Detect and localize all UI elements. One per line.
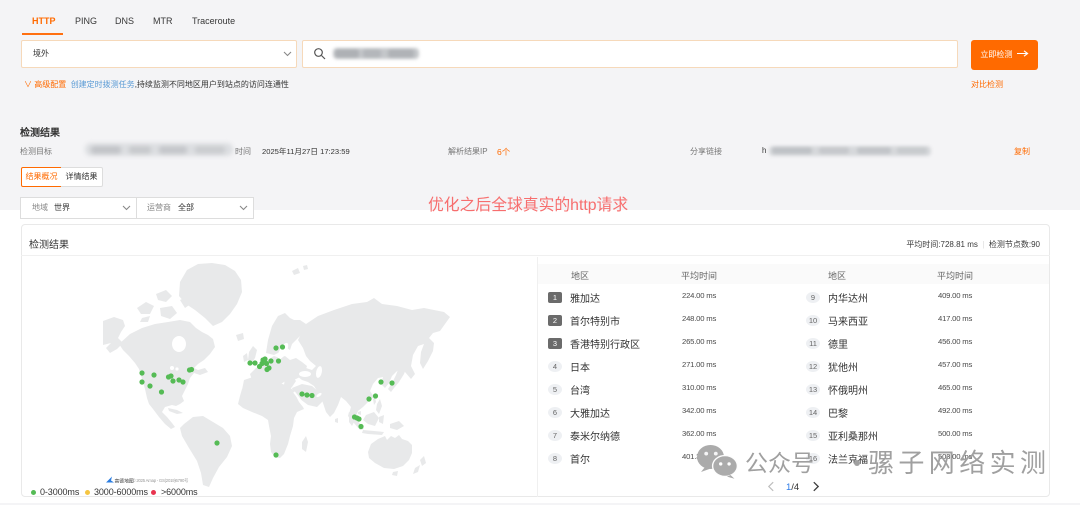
svg-text:© 2025 Amap - GS(2019)6790号: © 2025 Amap - GS(2019)6790号 bbox=[133, 478, 189, 484]
svg-text:高德地图: 高德地图 bbox=[115, 478, 134, 485]
